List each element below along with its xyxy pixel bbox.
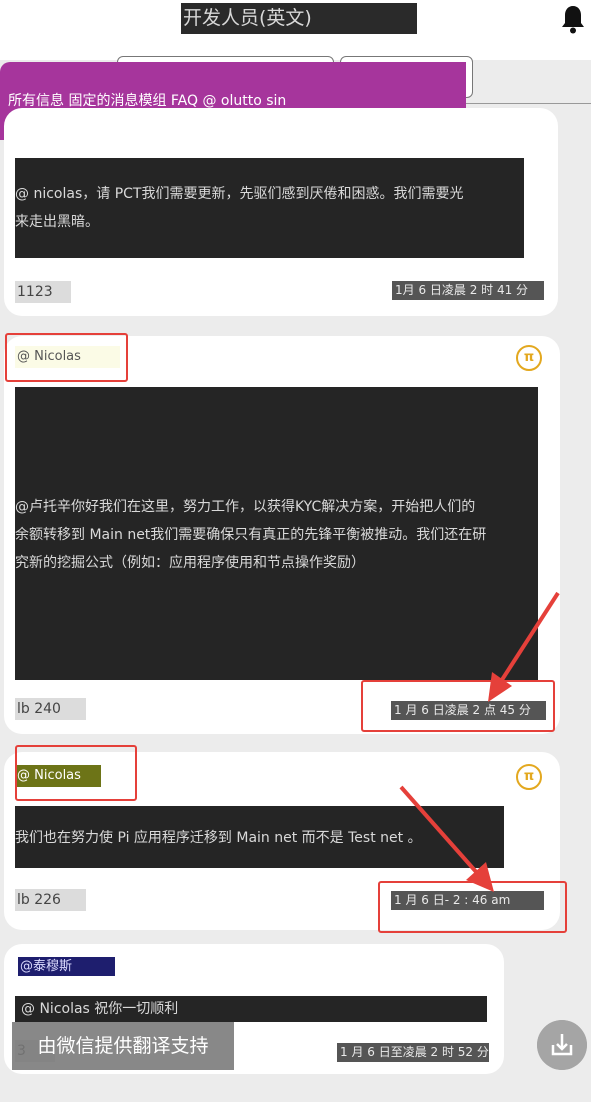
message-line: 究新的挖掘公式（例如：应用程序使用和节点操作奖励） bbox=[15, 555, 365, 571]
view-count: lb 240 bbox=[15, 698, 86, 720]
message-line: @ nicolas，请 PCT我们需要更新，先驱们感到厌倦和困惑。我们需要光 bbox=[15, 186, 464, 202]
annotation-arrow-icon bbox=[399, 785, 494, 892]
pi-badge-icon: π bbox=[516, 764, 542, 790]
message-body: @ nicolas，请 PCT我们需要更新，先驱们感到厌倦和困惑。我们需要光 来… bbox=[15, 158, 524, 258]
bell-icon[interactable] bbox=[560, 4, 586, 34]
message-line: 余额转移到 Main net我们需要确保只有真正的先锋平衡被推动。我们还在研 bbox=[15, 527, 487, 543]
mention-tag[interactable]: @泰穆斯 bbox=[18, 957, 115, 976]
highlight-box bbox=[15, 745, 137, 801]
header: 开发人员(英文) bbox=[0, 0, 591, 60]
view-count: 1123 bbox=[15, 281, 71, 303]
message-body: @卢托辛你好我们在这里，努力工作，以获得KYC解决方案，开始把人们的 余额转移到… bbox=[15, 387, 538, 680]
message-line: @卢托辛你好我们在这里，努力工作，以获得KYC解决方案，开始把人们的 bbox=[15, 499, 476, 515]
message-line: @ Nicolas 祝你一切顺利 bbox=[21, 1001, 179, 1017]
download-icon[interactable] bbox=[537, 1020, 587, 1070]
highlight-box bbox=[5, 333, 128, 382]
timestamp: 1 月 6 日至凌晨 2 时 52 分 bbox=[337, 1043, 489, 1062]
view-count: lb 226 bbox=[15, 889, 86, 911]
message-line: 来走出黑暗。 bbox=[15, 214, 99, 230]
message-body: @ Nicolas 祝你一切顺利 bbox=[15, 996, 487, 1022]
pi-badge-icon: π bbox=[516, 345, 542, 371]
annotation-arrow-icon bbox=[488, 591, 560, 702]
page-title: 开发人员(英文) bbox=[181, 3, 417, 34]
translation-overlay: 由微信提供翻译支持 bbox=[12, 1022, 234, 1070]
timestamp: 1月 6 日凌晨 2 时 41 分 bbox=[392, 281, 544, 300]
